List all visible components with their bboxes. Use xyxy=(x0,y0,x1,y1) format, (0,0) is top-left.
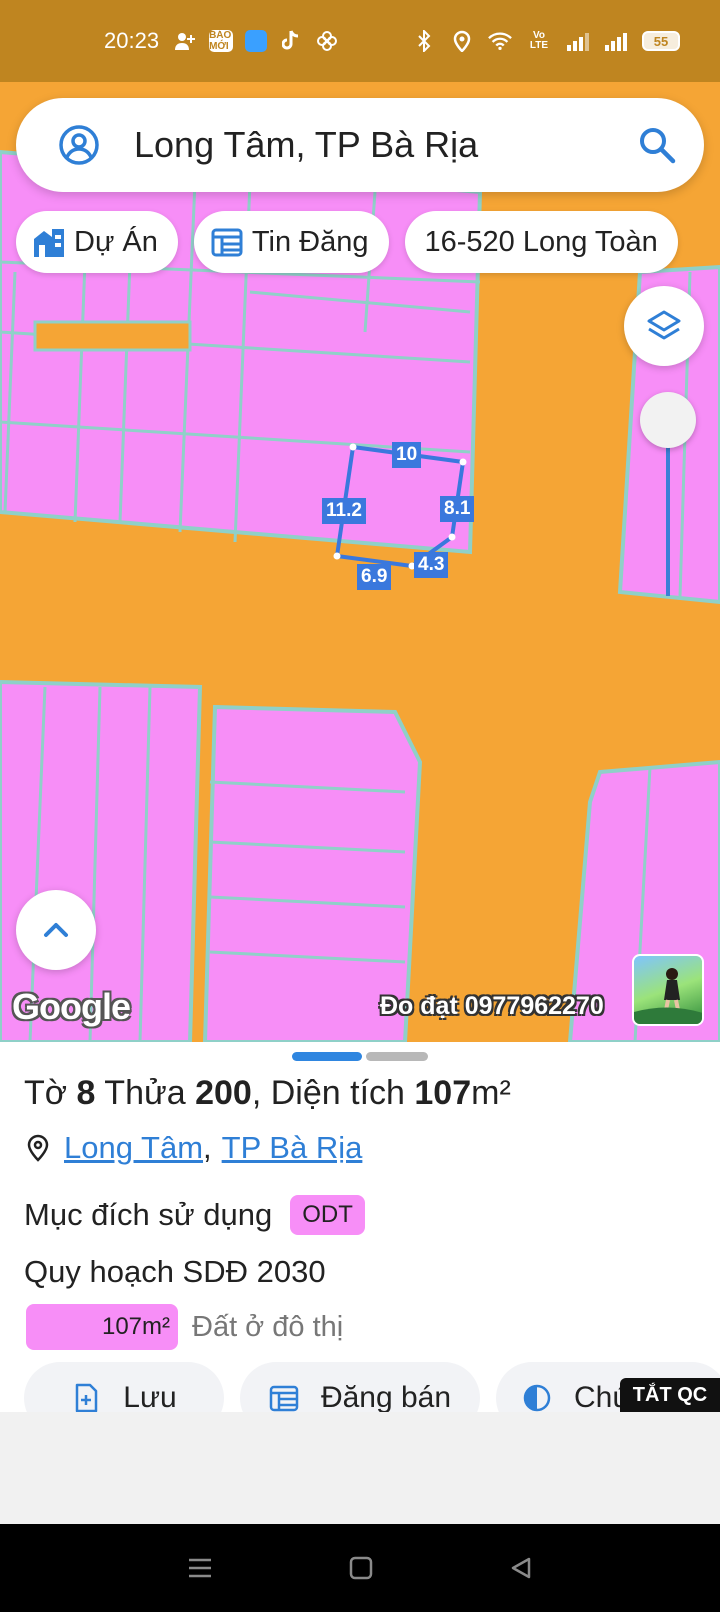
purpose-badge: ODT xyxy=(290,1195,365,1235)
ad-area xyxy=(0,1412,720,1524)
dimension-label: 10 xyxy=(392,442,422,468)
dimension-label: 6.9 xyxy=(357,564,392,590)
signal-icon xyxy=(604,29,628,53)
location-pin-icon xyxy=(27,1134,49,1162)
save-file-icon xyxy=(76,1383,98,1413)
app-icon xyxy=(245,30,268,52)
plan-description: Đất ở đô thị xyxy=(192,1310,344,1343)
battery-icon: 55 xyxy=(642,31,680,51)
status-time: 20:23 xyxy=(104,28,160,53)
dimension-label: 4.3 xyxy=(414,552,449,578)
user-icon[interactable] xyxy=(58,124,100,166)
parcel-prefix: Thửa xyxy=(104,1074,186,1112)
home-icon[interactable] xyxy=(349,1556,373,1580)
area-value: 107 xyxy=(414,1074,472,1112)
opacity-slider-handle[interactable] xyxy=(640,392,696,448)
back-icon[interactable] xyxy=(509,1556,533,1580)
location-icon xyxy=(450,29,474,53)
parcel-number: 200 xyxy=(195,1074,252,1112)
wifi-icon xyxy=(488,29,512,53)
dimension-label: 11.2 xyxy=(322,498,366,524)
plan-row: 107m² Đất ở đô thị xyxy=(26,1304,343,1350)
tiktok-icon xyxy=(279,29,303,53)
plan-title: Quy hoạch SDĐ 2030 xyxy=(24,1254,326,1289)
chip-tin-dang[interactable]: Tin Đăng xyxy=(193,211,389,273)
parcel-summary: Tờ 8 Thửa 200, Diện tích 107m² xyxy=(24,1074,511,1112)
parcel-location: Long Tâm, TP Bà Rịa xyxy=(26,1130,362,1166)
filter-chips: Dự Án Tin Đăng 16-520 Long Toàn xyxy=(16,211,678,273)
bluetooth-icon xyxy=(412,29,436,53)
land-use-purpose: Mục đích sử dụng ODT xyxy=(24,1195,365,1235)
city-link[interactable]: TP Bà Rịa xyxy=(222,1130,363,1166)
google-logo: Google xyxy=(12,986,131,1027)
map-watermark: Đo đạt 0977962270 xyxy=(380,992,604,1020)
baomoi-icon: BÁO MỚI xyxy=(209,30,234,52)
purpose-label: Mục đích sử dụng xyxy=(24,1197,273,1232)
listing-icon xyxy=(211,228,243,257)
sheet-number: 8 xyxy=(76,1074,96,1112)
post-sale-label: Đăng bán xyxy=(320,1381,452,1414)
expand-sheet-button[interactable] xyxy=(16,890,96,970)
plan-area-swatch: 107m² xyxy=(26,1304,178,1350)
profile-thumbnail[interactable] xyxy=(632,954,704,1026)
dimension-label: 8.1 xyxy=(440,496,475,522)
navigation-bar xyxy=(0,1524,720,1612)
search-icon[interactable] xyxy=(638,126,676,164)
add-contact-icon xyxy=(173,29,197,53)
chip-du-an[interactable]: Dự Án xyxy=(16,211,178,273)
chevron-up-icon xyxy=(44,923,68,937)
pinwheel-icon xyxy=(315,29,339,53)
signal-icon xyxy=(566,29,590,53)
menu-icon[interactable] xyxy=(187,1557,213,1579)
layers-icon xyxy=(647,310,681,340)
layers-button[interactable] xyxy=(624,286,704,366)
person-photo-icon xyxy=(634,968,702,1024)
legend-icon xyxy=(523,1384,551,1412)
ward-link[interactable]: Long Tâm xyxy=(64,1130,203,1166)
building-icon xyxy=(34,229,64,257)
status-bar: 20:23 BÁO MỚI Vo LTE 55 xyxy=(0,0,720,82)
chip-label: Dự Án xyxy=(74,225,158,258)
parcel-info-sheet[interactable]: Tờ 8 Thửa 200, Diện tích 107m² Long Tâm,… xyxy=(0,1042,720,1434)
listing-icon xyxy=(269,1385,299,1412)
area-unit: m² xyxy=(471,1074,511,1112)
turn-off-ads-button[interactable]: TẮT QC xyxy=(620,1378,720,1412)
save-label: Lưu xyxy=(123,1381,177,1414)
sheet-handle[interactable] xyxy=(292,1052,362,1061)
chip-planning-sheet[interactable]: 16-520 Long Toàn xyxy=(404,211,678,273)
volte-icon: Vo LTE xyxy=(529,30,549,51)
chip-label: Tin Đăng xyxy=(251,225,369,258)
search-input[interactable]: Long Tâm, TP Bà Rịa xyxy=(134,124,638,166)
chip-label: 16-520 Long Toàn xyxy=(424,225,658,258)
sheet-handle[interactable] xyxy=(366,1052,428,1061)
search-bar[interactable]: Long Tâm, TP Bà Rịa xyxy=(16,98,704,192)
area-prefix: Diện tích xyxy=(270,1074,405,1112)
sheet-prefix: Tờ xyxy=(24,1074,68,1112)
screen: 20:23 BÁO MỚI Vo LTE 55 10 11.2 8.1 4.3 … xyxy=(0,0,720,1612)
